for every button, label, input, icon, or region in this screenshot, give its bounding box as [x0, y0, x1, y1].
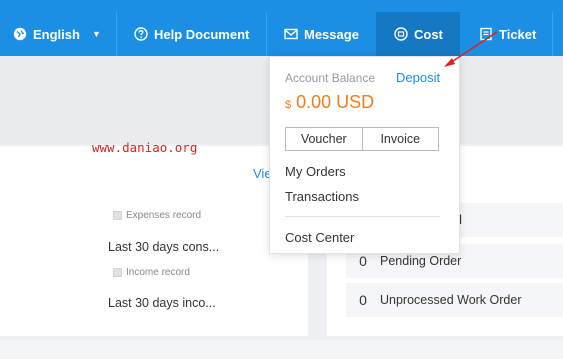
voucher-button[interactable]: Voucher [285, 127, 363, 151]
coin-icon [394, 27, 408, 41]
expenses-record-label: Expenses record [113, 210, 201, 221]
expenses-icon [113, 211, 122, 220]
menu-divider [285, 216, 440, 217]
account-balance-amount: $ 0.00 USD [285, 92, 374, 113]
voucher-invoice-group: Voucher Invoice [285, 127, 439, 151]
nav-cost[interactable]: Cost [376, 12, 460, 56]
watermark-text: www.daniao.org [92, 140, 198, 155]
help-icon [134, 27, 148, 41]
pending-order-count: 0 [359, 253, 367, 269]
nav-divider [116, 12, 117, 56]
cost-dropdown-menu: Account Balance Deposit $ 0.00 USD Vouch… [269, 56, 460, 254]
my-orders-link[interactable]: My Orders [285, 164, 346, 179]
top-navigation: English ▼ Help Document Message Cost Tic… [0, 0, 563, 56]
nav-divider [266, 12, 267, 56]
nav-message[interactable]: Message [284, 12, 359, 56]
language-label: English [33, 26, 80, 42]
cost-center-link[interactable]: Cost Center [285, 230, 354, 245]
income-record-text: Income record [126, 267, 190, 278]
unprocessed-work-order-row[interactable]: 0 Unprocessed Work Order [346, 283, 563, 317]
globe-icon [13, 27, 27, 41]
nav-ticket[interactable]: Ticket [479, 12, 536, 56]
account-balance-label: Account Balance [285, 71, 376, 85]
balance-value: 0.00 USD [296, 92, 375, 112]
caret-down-icon: ▼ [91, 29, 101, 39]
income-icon [113, 268, 122, 277]
nav-divider [552, 12, 553, 56]
ticket-icon [479, 27, 493, 41]
unprocessed-work-order-count: 0 [359, 292, 367, 308]
cost-label: Cost [414, 26, 443, 42]
nav-help-document[interactable]: Help Document [134, 12, 249, 56]
unprocessed-work-order-label: Unprocessed Work Order [380, 293, 522, 307]
transactions-link[interactable]: Transactions [285, 189, 359, 204]
invoice-button[interactable]: Invoice [362, 127, 439, 151]
message-label: Message [304, 26, 359, 42]
expenses-stat[interactable]: Last 30 days cons... [108, 240, 219, 254]
envelope-icon [284, 27, 298, 41]
language-selector[interactable]: English ▼ [13, 12, 113, 56]
pending-order-label: Pending Order [380, 254, 462, 268]
currency-symbol: $ [285, 99, 292, 111]
help-document-label: Help Document [154, 26, 250, 42]
footer-strip [0, 340, 563, 359]
expenses-record-text: Expenses record [126, 210, 202, 221]
income-record-label: Income record [113, 267, 190, 278]
deposit-link[interactable]: Deposit [396, 70, 440, 85]
ticket-label: Ticket [499, 26, 537, 42]
income-stat[interactable]: Last 30 days inco... [108, 296, 216, 310]
